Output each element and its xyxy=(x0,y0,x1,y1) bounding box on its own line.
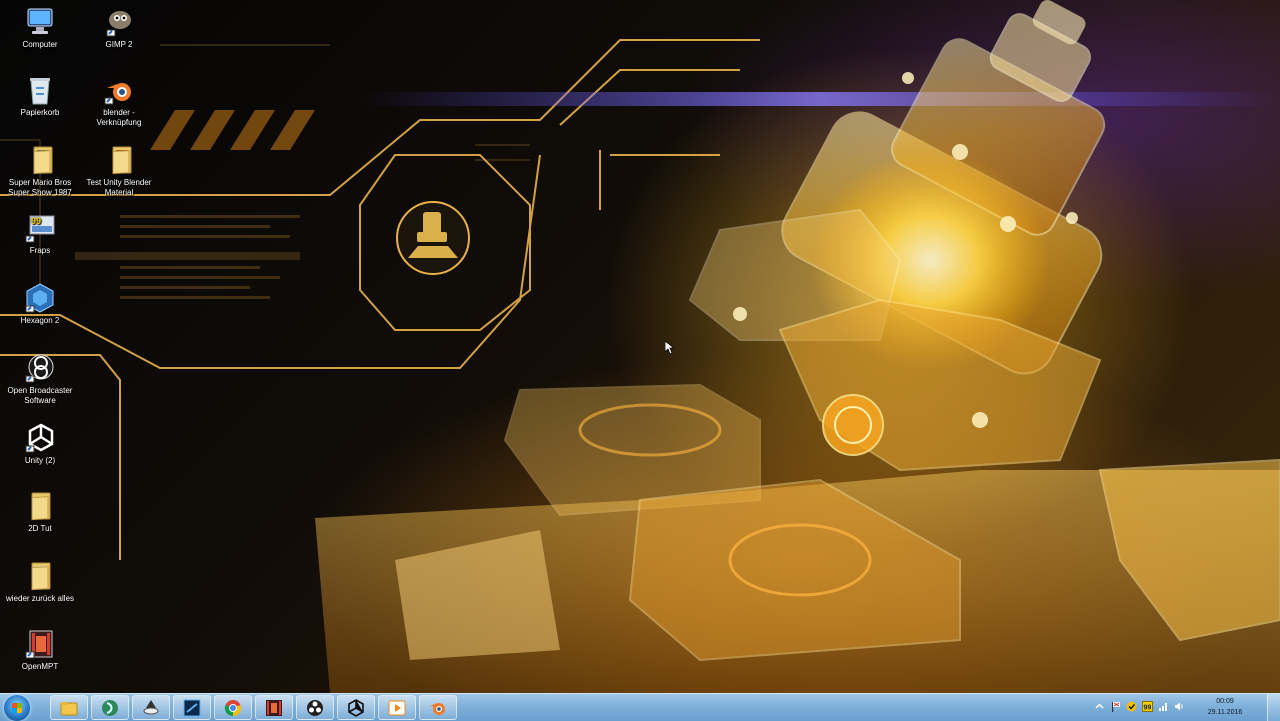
openmpt-icon xyxy=(24,628,56,660)
computer-icon xyxy=(24,6,56,38)
taskbar-button-openmpt[interactable] xyxy=(255,695,293,720)
desktop-icon-label: wieder zurück alles xyxy=(5,594,75,603)
play-icon xyxy=(388,700,406,716)
desktop-icon-label: Unity (2) xyxy=(24,456,56,465)
desktop-wallpaper xyxy=(0,0,1280,693)
obs-icon xyxy=(24,352,56,384)
taskbar-button-obs[interactable] xyxy=(296,695,334,720)
desktop-icon-openmpt[interactable]: OpenMPT xyxy=(1,628,79,672)
folder-icon xyxy=(60,702,78,716)
desktop-icon-test-unity-folder[interactable]: Test Unity Blender Material xyxy=(80,144,158,198)
folder-icon xyxy=(24,144,56,176)
desktop-icon-label: Fraps xyxy=(29,246,51,255)
clock-time: 00:09 xyxy=(1216,698,1234,705)
desktop-icon-label: Test Unity Blender Material xyxy=(86,178,152,197)
chrome-icon xyxy=(224,700,242,717)
network-icon[interactable] xyxy=(1158,701,1169,712)
desktop-icon-computer[interactable]: Computer xyxy=(1,6,79,50)
taskbar-button-media-player[interactable] xyxy=(91,695,129,720)
desktop-icons: Computer GIMP 2 Papierkorb blender - Ver… xyxy=(0,0,160,690)
media-player-icon xyxy=(102,700,118,716)
unity-icon xyxy=(348,699,364,717)
unity-icon xyxy=(24,422,56,454)
desktop-icon-gimp[interactable]: GIMP 2 xyxy=(80,6,158,50)
taskbar-button-player[interactable] xyxy=(378,695,416,720)
desktop-icon-label: Hexagon 2 xyxy=(20,316,60,325)
start-button[interactable] xyxy=(4,695,30,721)
desktop-icon-label: Super Mario Bros Super Show 1987 xyxy=(8,178,72,197)
desktop-icon-fraps[interactable]: 99 Fraps xyxy=(1,212,79,256)
film-icon xyxy=(266,700,282,716)
taskbar-button-explorer[interactable] xyxy=(50,695,88,720)
taskbar-button-unity[interactable] xyxy=(337,695,375,720)
mouse-cursor-icon xyxy=(665,341,675,355)
desktop-icon-blender[interactable]: blender - Verknüpfung xyxy=(80,74,158,128)
photoshop-icon xyxy=(183,699,201,717)
desktop-icon-2d-tut-folder[interactable]: 2D Tut xyxy=(1,490,79,534)
taskbar-button-inkscape[interactable] xyxy=(132,695,170,720)
inkscape-icon xyxy=(143,700,159,715)
taskbar-button-photoshop[interactable] xyxy=(173,695,211,720)
taskbar-button-blender[interactable] xyxy=(419,695,457,720)
show-desktop-button[interactable] xyxy=(1267,694,1280,721)
folder-icon xyxy=(103,144,135,176)
desktop-icon-label: blender - Verknüpfung xyxy=(96,108,142,127)
taskbar-button-chrome[interactable] xyxy=(214,695,252,720)
blender-icon xyxy=(430,703,445,715)
folder-icon xyxy=(24,490,56,522)
flag-icon[interactable] xyxy=(1110,701,1121,712)
desktop-icon-label: Papierkorb xyxy=(20,108,60,117)
svg-text:99: 99 xyxy=(1144,705,1152,712)
desktop-icon-label: Open Broadcaster Software xyxy=(7,386,73,405)
desktop-icon-label: 2D Tut xyxy=(28,524,52,533)
taskbar: 99 00:09 29.11.2016 xyxy=(0,693,1280,721)
folder-icon xyxy=(24,560,56,592)
taskbar-clock[interactable]: 00:09 29.11.2016 xyxy=(1200,696,1250,718)
chevron-up-icon[interactable] xyxy=(1094,701,1105,712)
desktop-icon-wieder-zurueck-folder[interactable]: wieder zurück alles xyxy=(1,560,79,604)
desktop-icon-obs[interactable]: Open Broadcaster Software xyxy=(1,352,79,406)
svg-text:99: 99 xyxy=(31,216,41,226)
desktop-icon-recycle-bin[interactable]: Papierkorb xyxy=(1,74,79,118)
volume-icon[interactable] xyxy=(1174,701,1185,712)
desktop-icon-unity[interactable]: Unity (2) xyxy=(1,422,79,466)
hexagon-icon xyxy=(24,282,56,314)
wallpaper-graphic xyxy=(0,0,1280,693)
desktop-icon-hexagon[interactable]: Hexagon 2 xyxy=(1,282,79,326)
recycle-bin-icon xyxy=(24,74,56,106)
blender-icon xyxy=(103,74,135,106)
clock-date: 29.11.2016 xyxy=(1207,709,1243,716)
norton-icon[interactable] xyxy=(1126,701,1137,712)
gimp-icon xyxy=(103,6,135,38)
desktop-icon-super-mario-folder[interactable]: Super Mario Bros Super Show 1987 xyxy=(1,144,79,198)
desktop-icon-label: OpenMPT xyxy=(21,662,59,671)
fraps-icon: 99 xyxy=(24,212,56,244)
desktop-icon-label: GIMP 2 xyxy=(105,40,133,49)
fraps-tray-icon[interactable]: 99 xyxy=(1142,701,1153,712)
desktop-icon-label: Computer xyxy=(22,40,58,49)
system-tray: 99 00:09 29.11.2016 xyxy=(1090,694,1280,721)
obs-icon xyxy=(307,700,323,716)
